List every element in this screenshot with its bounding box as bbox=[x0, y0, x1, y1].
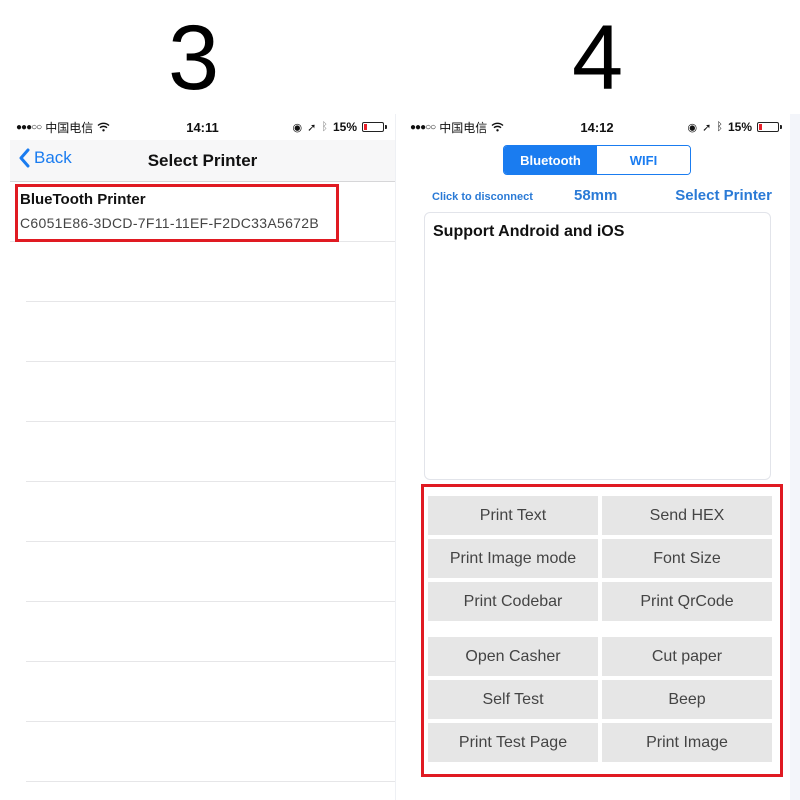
printer-control-screen: ●●●○○ 中国电信 14:12 ◉ ➚ ᛒ 15% Bluetooth WIF… bbox=[404, 114, 790, 800]
send-hex-button[interactable]: Send HEX bbox=[602, 496, 772, 535]
rotation-lock-icon: ◉ bbox=[687, 121, 698, 134]
signal-strength-icon: ●●●○○ bbox=[16, 121, 42, 133]
printer-toolbar: Click to disconnect 58mm Select Printer bbox=[404, 184, 790, 208]
empty-list-row bbox=[26, 722, 395, 782]
print-image-button[interactable]: Print Image bbox=[602, 723, 772, 762]
step-number-3: 3 bbox=[168, 7, 220, 109]
tab-wifi[interactable]: WIFI bbox=[597, 146, 690, 174]
empty-list-row bbox=[26, 422, 395, 482]
navigation-bar: Back Select Printer bbox=[10, 140, 395, 182]
empty-list-row bbox=[26, 602, 395, 662]
rotation-lock-icon: ◉ bbox=[292, 121, 303, 134]
printer-list-item[interactable]: BlueTooth Printer C6051E86-3DCD-7F11-11E… bbox=[10, 182, 395, 242]
print-text-input[interactable]: Support Android and iOS bbox=[424, 212, 771, 480]
printer-name: BlueTooth Printer bbox=[20, 191, 146, 208]
print-codebar-button[interactable]: Print Codebar bbox=[428, 582, 598, 621]
cut-paper-button[interactable]: Cut paper bbox=[602, 637, 772, 676]
empty-list-row bbox=[26, 542, 395, 602]
printer-uuid: C6051E86-3DCD-7F11-11EF-F2DC33A5672B bbox=[20, 215, 319, 231]
connection-type-toggle: Bluetooth WIFI bbox=[503, 145, 691, 175]
disconnect-button[interactable]: Click to disconnect bbox=[432, 191, 533, 203]
carrier-name: 中国电信 bbox=[439, 120, 488, 135]
print-image-mode-button[interactable]: Print Image mode bbox=[428, 539, 598, 578]
print-test-page-button[interactable]: Print Test Page bbox=[428, 723, 598, 762]
tab-bluetooth[interactable]: Bluetooth bbox=[504, 146, 597, 174]
page-title: Select Printer bbox=[147, 151, 258, 170]
step-number-4: 4 bbox=[572, 7, 624, 109]
battery-fill bbox=[759, 124, 762, 130]
self-test-button[interactable]: Self Test bbox=[428, 680, 598, 719]
select-printer-screen: ●●●○○ 中国电信 14:11 ◉ ➚ ᛒ 15% Back Select P… bbox=[10, 114, 396, 800]
empty-list-row bbox=[26, 362, 395, 422]
wifi-icon bbox=[491, 122, 504, 132]
battery-fill bbox=[364, 124, 367, 130]
battery-percent: 15% bbox=[727, 120, 752, 134]
beep-button[interactable]: Beep bbox=[602, 680, 772, 719]
print-qrcode-button[interactable]: Print QrCode bbox=[602, 582, 772, 621]
select-printer-button[interactable]: Select Printer bbox=[675, 187, 772, 204]
battery-icon bbox=[757, 122, 782, 132]
status-bar: ●●●○○ 中国电信 14:11 ◉ ➚ ᛒ 15% bbox=[10, 114, 395, 140]
location-arrow-icon: ➚ bbox=[702, 121, 712, 134]
bluetooth-icon: ᛒ bbox=[716, 121, 723, 133]
wifi-icon bbox=[97, 122, 110, 132]
action-button-grid: Print Text Send HEX Print Image mode Fon… bbox=[428, 496, 772, 766]
battery-icon bbox=[362, 122, 387, 132]
empty-list-row bbox=[26, 242, 395, 302]
status-bar: ●●●○○ 中国电信 14:12 ◉ ➚ ᛒ 15% bbox=[404, 114, 790, 140]
battery-percent: 15% bbox=[332, 120, 357, 134]
scroll-edge bbox=[790, 114, 800, 800]
carrier-name: 中国电信 bbox=[45, 120, 94, 135]
open-casher-button[interactable]: Open Casher bbox=[428, 637, 598, 676]
location-arrow-icon: ➚ bbox=[307, 121, 317, 134]
empty-list-row bbox=[26, 482, 395, 542]
paper-size-button[interactable]: 58mm bbox=[574, 187, 617, 204]
print-text-button[interactable]: Print Text bbox=[428, 496, 598, 535]
empty-list-row bbox=[26, 662, 395, 722]
signal-strength-icon: ●●●○○ bbox=[410, 121, 436, 133]
font-size-button[interactable]: Font Size bbox=[602, 539, 772, 578]
bluetooth-icon: ᛒ bbox=[321, 121, 328, 133]
empty-list-row bbox=[26, 302, 395, 362]
printer-list: BlueTooth Printer C6051E86-3DCD-7F11-11E… bbox=[10, 182, 395, 782]
